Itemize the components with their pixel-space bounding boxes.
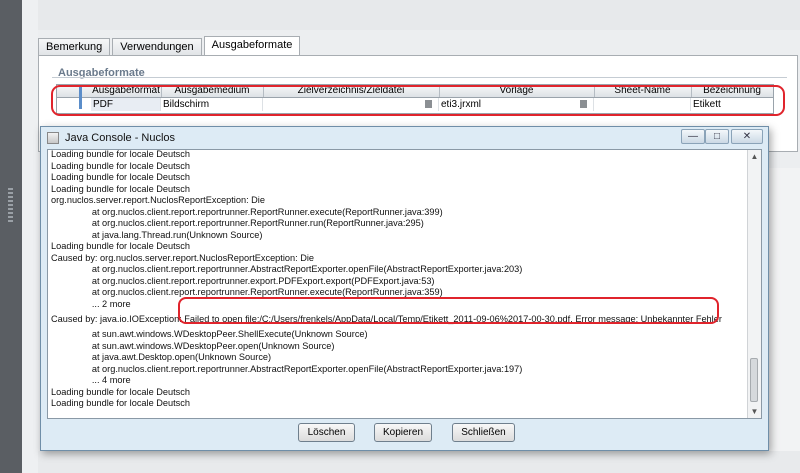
log-line: at sun.awt.windows.WDesktopPeer.ShellExe…	[51, 329, 368, 339]
close-button[interactable]: Schließen	[452, 423, 515, 442]
tab-verwendungen[interactable]: Verwendungen	[112, 38, 202, 55]
log-line: Loading bundle for locale Deutsch	[51, 183, 190, 194]
scroll-thumb[interactable]	[750, 358, 758, 402]
log-line: Loading bundle for locale Deutsch	[51, 241, 190, 251]
background-bottom	[38, 451, 800, 473]
log-line: Loading bundle for locale Deutsch	[51, 149, 190, 159]
close-window-button[interactable]: ✕	[731, 129, 763, 144]
scroll-down-icon[interactable]: ▼	[748, 405, 761, 418]
dialog-title: Java Console - Nuclos	[65, 132, 176, 144]
log-line: at org.nuclos.client.report.reportrunner…	[51, 218, 424, 228]
clear-button[interactable]: Löschen	[298, 423, 355, 442]
console-output[interactable]: Loading bundle for locale Deutsch Loading…	[47, 149, 762, 419]
dialog-button-row: Löschen Kopieren Schließen	[41, 423, 768, 445]
tab-ausgabeformate[interactable]: Ausgabeformate	[203, 36, 301, 55]
java-console-dialog: Java Console - Nuclos — □ ✕ Loading bund…	[40, 126, 769, 451]
java-app-icon	[47, 132, 59, 144]
log-line: Loading bundle for locale Deutsch	[51, 398, 190, 408]
scroll-up-icon[interactable]: ▲	[748, 150, 761, 163]
annotation-highlight-error	[178, 297, 719, 324]
log-line: at sun.awt.windows.WDesktopPeer.open(Unk…	[51, 340, 335, 351]
log-text: Loading bundle for locale Deutsch Loading…	[51, 149, 751, 410]
maximize-button[interactable]: □	[705, 129, 729, 144]
log-line: at org.nuclos.client.report.reportrunner…	[51, 264, 523, 274]
log-line: org.nuclos.server.report.NuclosReportExc…	[51, 195, 265, 205]
top-toolbar-area	[38, 0, 800, 30]
minimize-button[interactable]: —	[681, 129, 705, 144]
log-line: Loading bundle for locale Deutsch	[51, 386, 190, 397]
log-line: at org.nuclos.client.report.reportrunner…	[51, 275, 435, 286]
log-line: at org.nuclos.client.report.reportrunner…	[51, 363, 523, 374]
splitter-grip[interactable]	[8, 188, 13, 222]
log-line: Loading bundle for locale Deutsch	[51, 172, 190, 182]
left-dock-panel	[22, 0, 39, 473]
log-line: Caused by: org.nuclos.server.report.Nucl…	[51, 252, 314, 263]
dialog-titlebar[interactable]: Java Console - Nuclos — □ ✕	[41, 127, 768, 149]
section-divider	[52, 77, 787, 78]
tab-bemerkung[interactable]: Bemerkung	[38, 38, 111, 55]
tab-bar: Bemerkung Verwendungen Ausgabeformate	[38, 36, 302, 56]
left-dock-strip	[0, 0, 22, 473]
vertical-scrollbar[interactable]: ▲ ▼	[747, 150, 761, 418]
log-line: at org.nuclos.client.report.reportrunner…	[51, 206, 443, 217]
copy-button[interactable]: Kopieren	[374, 423, 432, 442]
log-line: Loading bundle for locale Deutsch	[51, 160, 190, 171]
log-line: at java.awt.Desktop.open(Unknown Source)	[51, 352, 272, 362]
annotation-highlight-table	[51, 85, 785, 116]
background-panel	[768, 168, 800, 458]
log-line: at java.lang.Thread.run(Unknown Source)	[51, 229, 263, 240]
log-line: ... 4 more	[51, 375, 131, 385]
